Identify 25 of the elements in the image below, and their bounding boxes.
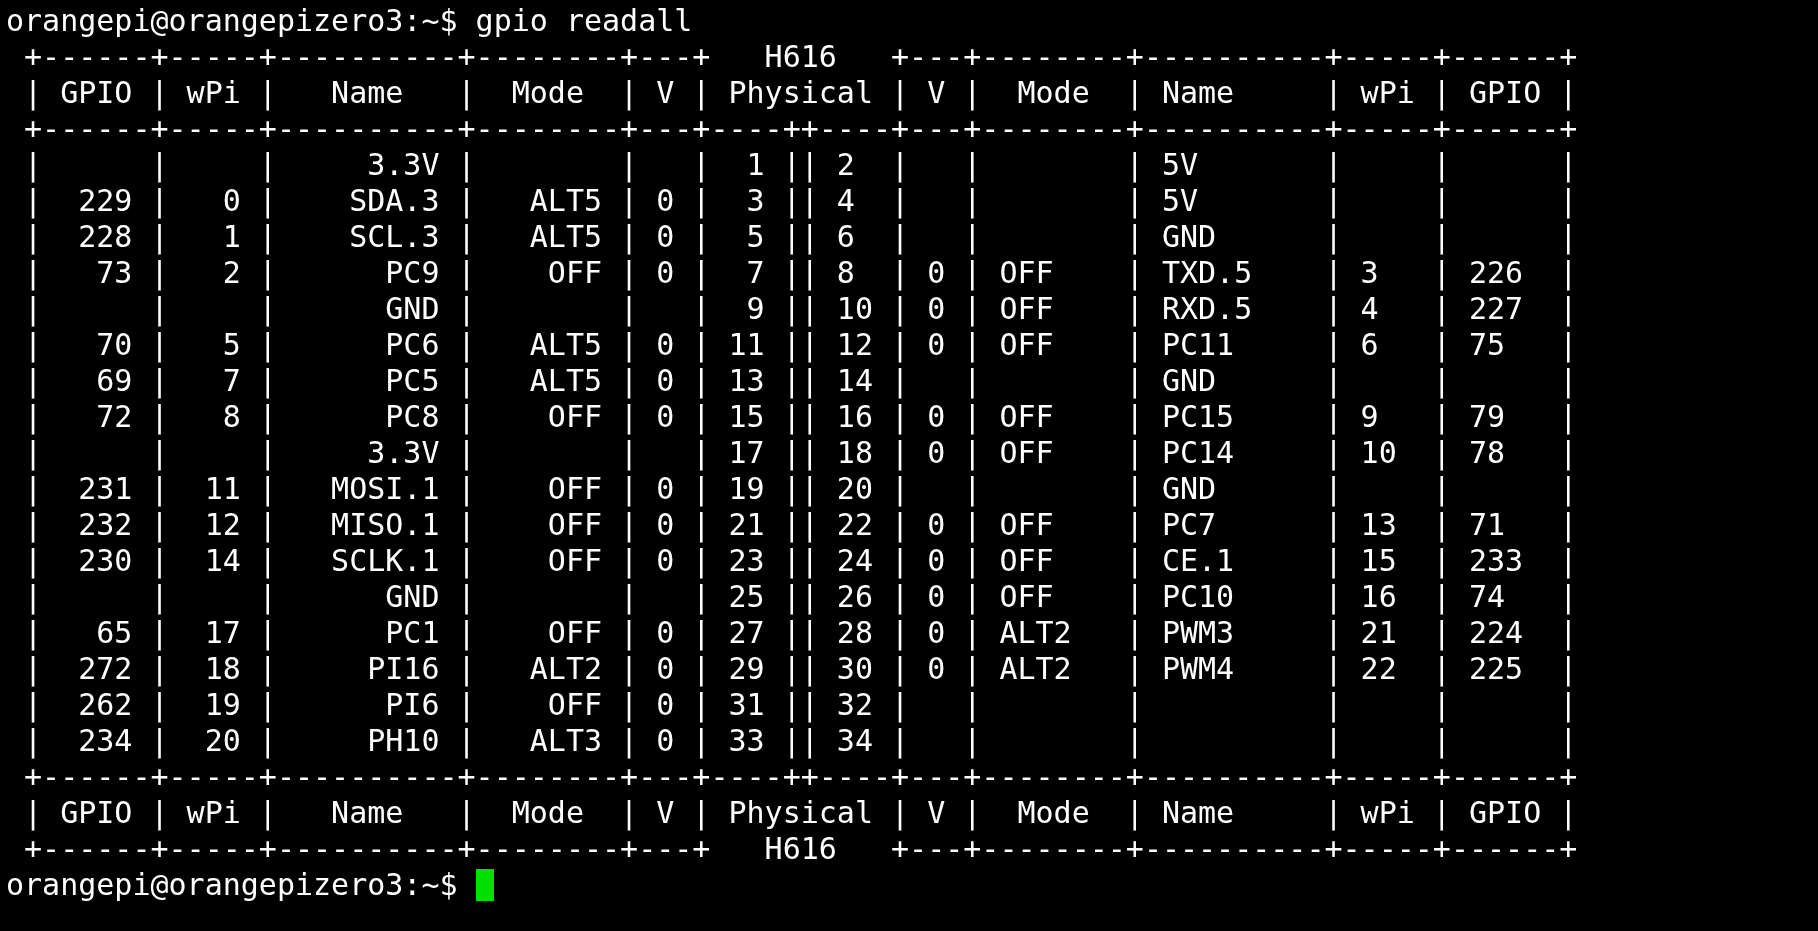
terminal-line: | 69 | 7 | PC5 | ALT5 | 0 | 13 || 14 | | | GND | | | [23, 363, 1578, 399]
terminal-line: | 228 | 1 | SCL.3 | ALT5 | 0 | 5 || 6 | | | GND | | | [23, 219, 1578, 255]
terminal-line: orangepi@orangepizero3:~$ gpio readall [6, 3, 693, 39]
terminal-line: | 73 | 2 | PC9 | OFF | 0 | 7 || 8 | 0 | OFF | TXD.5 | 3 | 226 | [23, 255, 1578, 291]
terminal-line: | | | GND | | | 9 || 10 | 0 | OFF | RXD.5 | 4 | 227 | [23, 291, 1578, 327]
terminal-line: | 231 | 11 | MOSI.1 | OFF | 0 | 19 || 20 | | | GND | | | [23, 471, 1578, 507]
terminal-line: | | | 3.3V | | | 1 || 2 | | | 5V | | | [23, 147, 1578, 183]
terminal-line: | 232 | 12 | MISO.1 | OFF | 0 | 21 || 22 | 0 | OFF | PC7 | 13 | 71 | [23, 507, 1578, 543]
terminal-line: | 272 | 18 | PI16 | ALT2 | 0 | 29 || 30 | 0 | ALT2 | PWM4 | 22 | 225 | [23, 651, 1578, 687]
terminal-line: | GPIO | wPi | Name | Mode | V | Physical | V | Mode | Name | wPi | GPIO | [23, 795, 1578, 831]
terminal-line: | 230 | 14 | SCLK.1 | OFF | 0 | 23 || 24 | 0 | OFF | CE.1 | 15 | 233 | [23, 543, 1578, 579]
terminal-line: | GPIO | wPi | Name | Mode | V | Physical | V | Mode | Name | wPi | GPIO | [23, 75, 1578, 111]
terminal-line: | 229 | 0 | SDA.3 | ALT5 | 0 | 3 || 4 | | | 5V | | | [23, 183, 1578, 219]
terminal-line: | 234 | 20 | PH10 | ALT3 | 0 | 33 || 34 | | | | | | [23, 723, 1578, 759]
shell-prompt: orangepi@orangepizero3:~$ [6, 867, 458, 903]
terminal-line: | 70 | 5 | PC6 | ALT5 | 0 | 11 || 12 | 0 | OFF | PC11 | 6 | 75 | [23, 327, 1578, 363]
terminal-line: | 72 | 8 | PC8 | OFF | 0 | 15 || 16 | 0 | OFF | PC15 | 9 | 79 | [23, 399, 1578, 435]
terminal-line: +------+-----+----------+--------+---+ H616 +---+--------+----------+-----+------+ [23, 39, 1578, 75]
terminal-line: | | | 3.3V | | | 17 || 18 | 0 | OFF | PC14 | 10 | 78 | [23, 435, 1578, 471]
terminal-line: +------+-----+----------+--------+---+----++----+---+--------+----------+-----+------+ [23, 759, 1578, 795]
terminal-line: | | | GND | | | 25 || 26 | 0 | OFF | PC10 | 16 | 74 | [23, 579, 1578, 615]
terminal-line: +------+-----+----------+--------+---+----++----+---+--------+----------+-----+------+ [23, 111, 1578, 147]
terminal-line: | 262 | 19 | PI6 | OFF | 0 | 31 || 32 | | | | | | [23, 687, 1578, 723]
terminal-line: +------+-----+----------+--------+---+ H616 +---+--------+----------+-----+------+ [23, 831, 1578, 867]
terminal-line: | 65 | 17 | PC1 | OFF | 0 | 27 || 28 | 0 | ALT2 | PWM3 | 21 | 224 | [23, 615, 1578, 651]
